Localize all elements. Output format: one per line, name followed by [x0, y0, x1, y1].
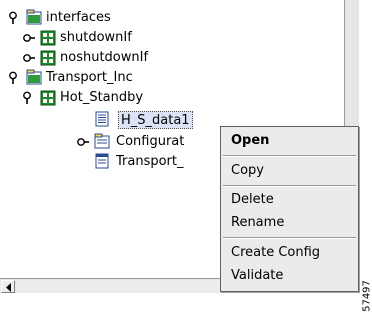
tree-node-label: shutdownIf [60, 30, 132, 45]
menu-item-copy[interactable]: Copy [222, 159, 357, 183]
tree-node-shutdownif[interactable]: shutdownIf [0, 28, 340, 48]
tree-node-label: Hot_Standby [60, 90, 144, 105]
config-object-icon [40, 90, 56, 106]
config-object-icon [40, 30, 56, 46]
arrow-left-icon [6, 283, 11, 292]
menu-separator [223, 185, 356, 187]
folder-icon [26, 69, 42, 85]
tree-node-hot-standby[interactable]: Hot_Standby [0, 88, 340, 108]
expanded-toggle-icon[interactable] [8, 11, 22, 25]
folder-icon [26, 9, 42, 25]
expanded-toggle-icon[interactable] [22, 91, 36, 105]
menu-separator [223, 237, 356, 239]
figure-id-text: 57497 [361, 280, 372, 312]
tree-node-noshutdownif[interactable]: noshutdownIf [0, 48, 340, 68]
tree-node-interfaces[interactable]: interfaces [0, 8, 340, 28]
tree-node-label: Transport_ [116, 154, 184, 169]
tree-node-transport-inc[interactable]: Transport_Inc [0, 68, 340, 88]
document-icon [95, 153, 109, 169]
menu-item-validate[interactable]: Validate [222, 264, 357, 288]
tree-node-label: interfaces [46, 10, 111, 25]
menu-separator [223, 155, 356, 157]
menu-item-delete[interactable]: Delete [222, 188, 357, 212]
tree-node-label: noshutdownIf [60, 50, 149, 65]
context-menu: Open Copy Delete Rename Create Config Va… [220, 126, 359, 292]
expanded-toggle-icon[interactable] [8, 71, 22, 85]
tree-node-label: Transport_Inc [46, 70, 133, 85]
panel-footer [0, 293, 359, 327]
figure-id: 57497 [361, 268, 372, 324]
folder-icon [94, 133, 110, 149]
menu-item-rename[interactable]: Rename [222, 211, 357, 235]
menu-item-open[interactable]: Open [222, 129, 357, 153]
tree-node-label: Configurat [116, 134, 185, 149]
collapsed-toggle-icon[interactable] [22, 31, 36, 45]
tree-node-label-selected: H_S_data1 [118, 111, 193, 129]
collapsed-toggle-icon[interactable] [22, 51, 36, 65]
scroll-left-button[interactable] [1, 280, 15, 293]
collapsed-toggle-icon[interactable] [76, 135, 90, 149]
config-object-icon [40, 50, 56, 66]
menu-item-create-config[interactable]: Create Config [222, 241, 357, 265]
document-icon [95, 111, 109, 127]
